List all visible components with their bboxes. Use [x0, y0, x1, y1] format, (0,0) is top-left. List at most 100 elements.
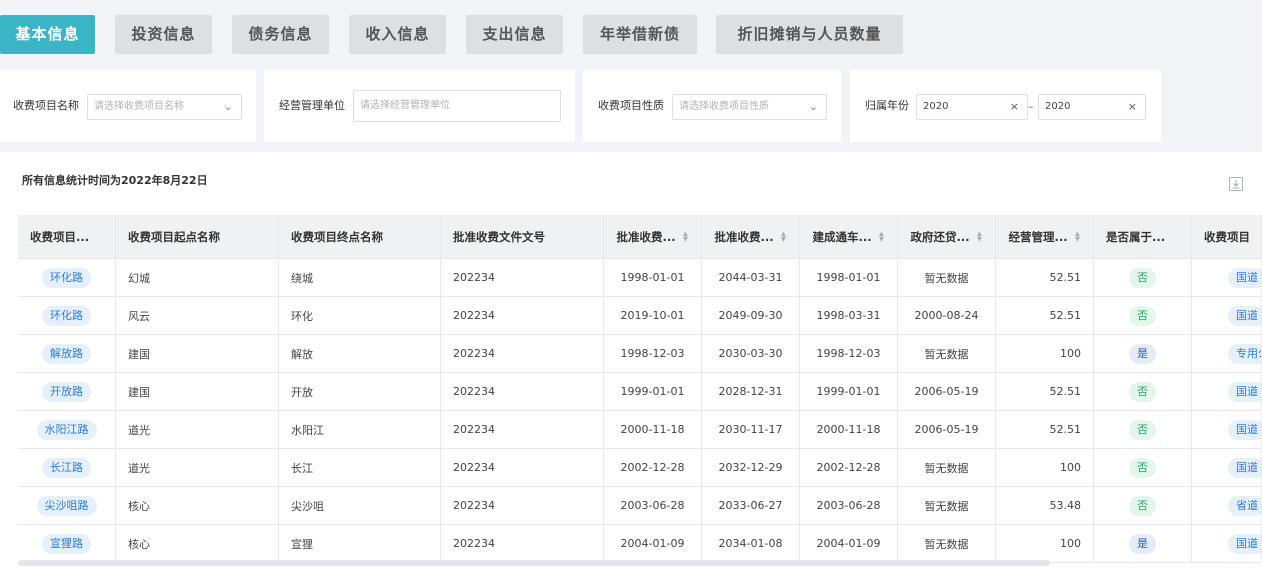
horizontal-scrollbar[interactable]	[18, 560, 1050, 566]
clear-icon[interactable]: ×	[1010, 95, 1019, 119]
table-cell-doc: 202234	[441, 487, 604, 525]
project-nature-select[interactable]: 请选择收费项目性质 ⌄	[672, 94, 827, 120]
table-cell-doc: 202234	[441, 297, 604, 335]
column-header-label: 收费项目...	[30, 229, 90, 244]
tab-depreciation-staff[interactable]: 折旧摊销与人员数量	[716, 15, 903, 54]
column-header-label: 批准收费...	[714, 229, 774, 244]
sort-icon[interactable]: ▲ ▼	[1075, 231, 1080, 243]
cell-text: 202234	[453, 461, 495, 474]
stat-time-text: 所有信息统计时间为2022年8月22日	[22, 174, 208, 187]
management-unit-input[interactable]: 请选择经营管理单位	[353, 90, 561, 122]
sort-icon[interactable]: ▲ ▼	[879, 231, 884, 243]
table-row[interactable]: 开放路 建国 开放 202234 1999-01-01 2028-12-31 1999-01…	[18, 373, 1262, 411]
sort-icon[interactable]: ▲ ▼	[683, 231, 688, 243]
table-row[interactable]: 环化路 风云 环化 202234 2019-10-01 2049-09-30 1998-03…	[18, 297, 1262, 335]
cell-text: 202234	[453, 271, 495, 284]
table-cell-flag: 是	[1094, 335, 1192, 373]
tab-expense-info[interactable]: 支出信息	[466, 15, 563, 54]
table-cell-doc: 202234	[441, 373, 604, 411]
cell-text: 1999-01-01	[816, 385, 881, 398]
cell-text: 2030-11-17	[718, 423, 783, 436]
sort-icon[interactable]: ▲ ▼	[781, 231, 786, 243]
tab-investment-info[interactable]: 投资信息	[115, 15, 212, 54]
project-type-tag: 国道	[1228, 267, 1261, 288]
table-row[interactable]: 尖沙咀路 核心 尖沙咀 202234 2003-06-28 2033-06-27 2003-…	[18, 487, 1262, 525]
filter-card-project-name: 收费项目名称 请选择收费项目名称 ⌄	[0, 70, 256, 142]
year-label: 归属年份	[865, 99, 909, 112]
column-header-label: 建成通车...	[812, 229, 872, 244]
table-cell-num: 52.51	[996, 297, 1094, 335]
cell-text: 1999-01-01	[620, 385, 685, 398]
tab-debt-info[interactable]: 债务信息	[232, 15, 329, 54]
cell-text: 道光	[128, 423, 150, 437]
table-cell-num: 53.48	[996, 487, 1094, 525]
table-cell-d3: 1998-03-31	[800, 297, 898, 335]
cell-text: 52.51	[1049, 271, 1082, 284]
table-row[interactable]: 解放路 建国 解放 202234 1998-12-03 2030-03-30 1998-12…	[18, 335, 1262, 373]
table-cell-end: 宣狸	[279, 525, 441, 563]
cell-text: 2033-06-27	[718, 499, 783, 512]
column-header-label: 收费项目终点名称	[291, 229, 383, 244]
table-cell-d1: 1999-01-01	[604, 373, 702, 411]
download-icon[interactable]	[1228, 176, 1244, 192]
yes-no-badge: 否	[1129, 381, 1156, 402]
table-cell-name: 宣狸路	[18, 525, 116, 563]
table-row[interactable]: 长江路 道光 长江 202234 2002-12-28 2032-12-29 2002-12…	[18, 449, 1262, 487]
chevron-down-icon: ⌄	[223, 100, 233, 113]
tab-new-debt[interactable]: 年举借新债	[583, 15, 697, 54]
table-row[interactable]: 水阳江路 道光 水阳江 202234 2000-11-18 2030-11-17 2000-…	[18, 411, 1262, 449]
cell-text: 2000-11-18	[620, 423, 685, 436]
table-cell-num: 52.51	[996, 411, 1094, 449]
column-header[interactable]: 批准收费... ▲ ▼	[702, 215, 800, 259]
table-cell-start: 道光	[116, 411, 279, 449]
table-cell-d4: 暂无数据	[898, 335, 996, 373]
cell-text: 长江	[291, 461, 313, 475]
project-name-label: 收费项目名称	[13, 99, 79, 112]
cell-text: 52.51	[1049, 423, 1082, 436]
yes-no-badge: 否	[1129, 305, 1156, 326]
column-header[interactable]: 建成通车... ▲ ▼	[800, 215, 898, 259]
project-name-select[interactable]: 请选择收费项目名称 ⌄	[87, 94, 242, 120]
table-cell-d1: 2003-06-28	[604, 487, 702, 525]
table-cell-end: 长江	[279, 449, 441, 487]
table-cell-doc: 202234	[441, 259, 604, 297]
table-cell-type: 省道	[1192, 487, 1262, 525]
cell-text: 2003-06-28	[816, 499, 881, 512]
table-row[interactable]: 宣狸路 核心 宣狸 202234 2004-01-09 2034-01-08 2004-01…	[18, 525, 1262, 563]
column-header[interactable]: 政府还贷... ▲ ▼	[898, 215, 996, 259]
table-cell-name: 水阳江路	[18, 411, 116, 449]
year-from-input[interactable]: 2020 ×	[916, 94, 1028, 120]
yes-no-badge: 否	[1129, 495, 1156, 516]
table-cell-flag: 否	[1094, 259, 1192, 297]
column-header-label: 是否属于...	[1106, 229, 1166, 244]
project-nature-placeholder: 请选择收费项目性质	[679, 101, 769, 112]
column-header: 是否属于...	[1094, 215, 1192, 259]
table-cell-d3: 1998-12-03	[800, 335, 898, 373]
cell-text: 建国	[128, 347, 150, 361]
column-header[interactable]: 经营管理... ▲ ▼	[996, 215, 1094, 259]
table-row[interactable]: 环化路 幻城 绕城 202234 1998-01-01 2044-03-31 1998-01…	[18, 259, 1262, 297]
table-cell-d2: 2033-06-27	[702, 487, 800, 525]
filter-card-management-unit: 经营管理单位 请选择经营管理单位	[264, 70, 575, 142]
tab-income-info[interactable]: 收入信息	[349, 15, 446, 54]
cell-text: 1998-01-01	[620, 271, 685, 284]
column-header-label: 经营管理...	[1008, 229, 1068, 244]
table-cell-d4: 2000-08-24	[898, 297, 996, 335]
table-cell-flag: 否	[1094, 449, 1192, 487]
table-cell-flag: 否	[1094, 487, 1192, 525]
cell-text: 2000-08-24	[914, 309, 979, 322]
sort-icon[interactable]: ▲ ▼	[977, 231, 982, 243]
table-cell-type: 专用公	[1192, 335, 1262, 373]
clear-icon[interactable]: ×	[1128, 95, 1137, 119]
project-name-tag: 开放路	[42, 381, 91, 402]
yes-no-badge: 否	[1129, 419, 1156, 440]
column-header[interactable]: 批准收费... ▲ ▼	[604, 215, 702, 259]
table-cell-num: 52.51	[996, 259, 1094, 297]
cell-text: 202234	[453, 423, 495, 436]
column-header: 批准收费文件文号	[441, 215, 604, 259]
table-cell-num: 100	[996, 335, 1094, 373]
year-to-input[interactable]: 2020 ×	[1038, 94, 1146, 120]
cell-text: 2032-12-29	[718, 461, 783, 474]
tab-basic-info[interactable]: 基本信息	[0, 15, 95, 54]
table-cell-doc: 202234	[441, 411, 604, 449]
